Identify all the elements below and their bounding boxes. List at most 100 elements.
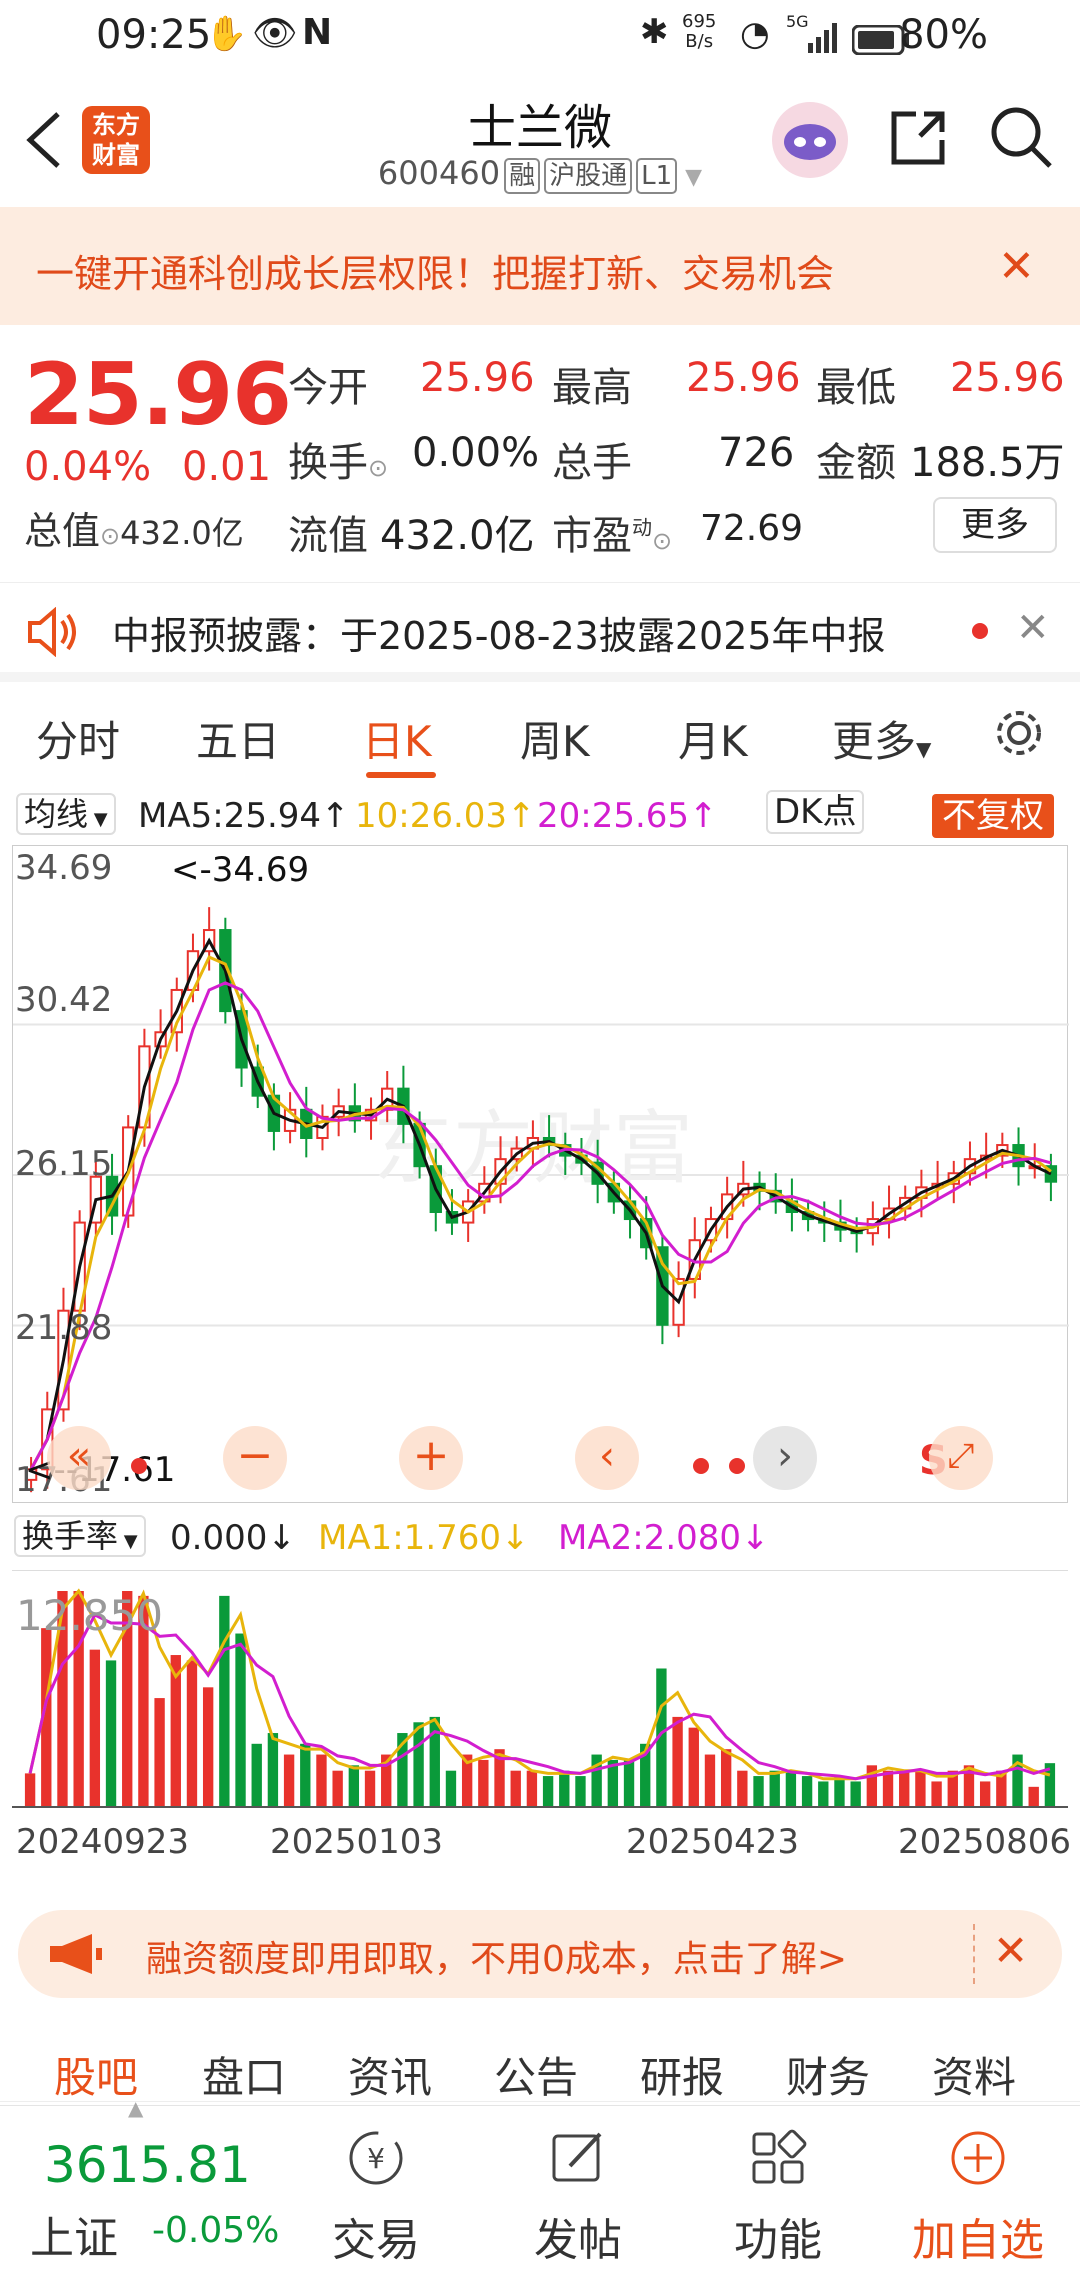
change-percent: 0.04% xyxy=(24,444,152,490)
caret-down-icon[interactable]: ▼ xyxy=(685,165,702,190)
turnover-bar xyxy=(316,1754,327,1807)
promo-banner[interactable]: 一键开通科创成长层权限！把握打新、交易机会 ✕ xyxy=(0,207,1080,325)
content-tabs: 股吧 盘口 资讯 公告 研报 财务 资料 xyxy=(0,2010,1080,2102)
scroll-left-button[interactable]: ‹ xyxy=(575,1426,639,1490)
tab-financials[interactable]: 财务 xyxy=(786,2044,870,2105)
rewind-button[interactable]: « xyxy=(47,1426,111,1490)
vol-dropdown[interactable]: 换手率 ▼ xyxy=(14,1515,146,1557)
tab-forum[interactable]: 股吧 xyxy=(54,2044,138,2105)
more-button[interactable]: 更多 xyxy=(933,497,1057,553)
tag-level: L1 xyxy=(636,158,678,194)
date-label: 20250806 xyxy=(898,1822,1072,1862)
pe-label: 市盈动⊙ xyxy=(552,513,673,559)
turnover-value: 0.00% xyxy=(412,430,540,476)
financing-promo[interactable]: 融资额度即用即取，不用0成本，点击了解> ✕ xyxy=(18,1910,1062,1998)
search-icon[interactable] xyxy=(988,104,1054,174)
turnover-bar xyxy=(235,1633,246,1807)
vol-indicator-selector[interactable]: 换手率 ▼ xyxy=(14,1515,146,1562)
index-ticker[interactable]: 3615.81 上证 -0.05% xyxy=(0,2106,290,2280)
grid-icon xyxy=(752,2129,807,2184)
ma-selector[interactable]: 均线 ▼ xyxy=(16,793,116,840)
tab-active-indicator xyxy=(366,772,436,778)
event-dot xyxy=(131,1458,147,1474)
share-icon[interactable] xyxy=(886,106,950,174)
notice-text: 中报预披露：于2025-08-23披露2025年中报 xyxy=(112,614,886,658)
low-value: 25.96 xyxy=(950,355,1065,401)
turnover-chart[interactable]: 12.850 xyxy=(12,1570,1068,1810)
turnover-bar xyxy=(801,1776,813,1807)
functions-label: 功能 xyxy=(734,2215,822,2266)
turnover-bar xyxy=(623,1759,635,1807)
tab-order-book[interactable]: 盘口 xyxy=(202,2044,286,2105)
y-tick-4: 21.88 xyxy=(15,1308,113,1348)
close-icon[interactable]: ✕ xyxy=(993,1926,1028,1975)
turnover-bar xyxy=(979,1781,991,1807)
assistant-avatar[interactable] xyxy=(772,102,848,178)
wifi-icon: ◔ xyxy=(740,14,770,54)
tab-monthly-k[interactable]: 月K xyxy=(678,708,748,769)
status-time: 09:25 xyxy=(96,12,212,58)
tab-daily-k[interactable]: 日K xyxy=(362,708,432,769)
y-tick-2: 30.42 xyxy=(15,980,113,1020)
tab-research[interactable]: 研报 xyxy=(640,2044,724,2105)
turnover-bar xyxy=(267,1733,279,1807)
settings-gear-icon[interactable] xyxy=(992,706,1046,764)
open-value: 25.96 xyxy=(420,355,535,401)
info-icon[interactable]: ⊙ xyxy=(652,527,672,555)
tab-weekly-k[interactable]: 周K xyxy=(520,708,590,769)
fullscreen-button[interactable]: ⤢ xyxy=(929,1426,993,1490)
close-icon[interactable]: ✕ xyxy=(998,241,1035,292)
dk-point-selector[interactable]: DK点 xyxy=(766,790,865,834)
turnover-bar xyxy=(899,1770,910,1807)
close-icon[interactable]: ✕ xyxy=(1016,605,1050,651)
change-amount: 0.01 xyxy=(182,444,272,490)
dk-point-label[interactable]: DK点 xyxy=(766,790,865,834)
open-label: 今开 xyxy=(288,365,368,411)
bluetooth-icon: ✱ xyxy=(640,12,669,52)
signal-icon xyxy=(808,18,838,62)
notice-bar[interactable]: 中报预披露：于2025-08-23披露2025年中报 ✕ xyxy=(0,582,1080,682)
vol-current: 0.000↓ xyxy=(170,1518,296,1558)
stock-code: 600460 xyxy=(377,154,501,192)
add-watchlist-button[interactable]: 加自选 xyxy=(908,2106,1048,2280)
turnover-bar xyxy=(300,1743,311,1807)
turnover-bar xyxy=(737,1770,748,1807)
tag-hk-connect: 沪股通 xyxy=(544,158,633,194)
market-cap-row: 总值⊙432.0亿 xyxy=(24,500,244,555)
zoom-out-button[interactable]: − xyxy=(223,1426,287,1490)
turnover-bar xyxy=(850,1781,861,1807)
trade-button[interactable]: ¥ 交易 xyxy=(306,2106,446,2280)
turnover-bar xyxy=(575,1776,586,1807)
tab-announcements[interactable]: 公告 xyxy=(494,2044,578,2105)
info-icon[interactable]: ⊙ xyxy=(368,454,388,482)
plus-circle-icon xyxy=(951,2131,1005,2185)
tab-intraday[interactable]: 分时 xyxy=(36,708,120,769)
functions-button[interactable]: 功能 xyxy=(708,2106,848,2280)
tab-news[interactable]: 资讯 xyxy=(348,2044,432,2105)
kline-chart[interactable]: 东方财富 34.69 30.42 26.15 21.88 17.61 <-34.… xyxy=(12,845,1069,1503)
zoom-in-button[interactable]: + xyxy=(399,1426,463,1490)
tab-five-day[interactable]: 五日 xyxy=(196,708,280,769)
y-tick-top: 34.69 xyxy=(15,848,113,888)
index-value: 3615.81 xyxy=(44,2136,251,2194)
mktcap-value: 432.0亿 xyxy=(120,514,244,552)
status-bar: 09:25 ✋ 👁 N ✱ 695 B/s ◔ 5G 80% xyxy=(0,0,1080,72)
turnover-bar xyxy=(413,1722,424,1807)
turnover-bar xyxy=(785,1770,797,1807)
turnover-bar xyxy=(915,1770,926,1807)
amount-label: 金额 xyxy=(816,440,896,486)
tab-profile[interactable]: 资料 xyxy=(932,2044,1016,2105)
tab-more[interactable]: 更多▼ xyxy=(832,708,931,769)
volume-value: 726 xyxy=(718,430,795,476)
turnover-bar xyxy=(753,1776,764,1807)
post-button[interactable]: 发帖 xyxy=(508,2106,648,2280)
adjust-toggle[interactable]: 不复权 xyxy=(932,794,1054,838)
speaker-icon xyxy=(26,606,80,661)
post-label: 发帖 xyxy=(534,2215,622,2266)
turnover-bar xyxy=(672,1716,683,1807)
turnover-bar xyxy=(559,1770,570,1807)
scroll-right-button[interactable]: › xyxy=(753,1426,817,1490)
info-icon[interactable]: ⊙ xyxy=(100,522,120,550)
nav-bar: 东方 财富 士兰微 600460 融沪股通 L1 ▼ xyxy=(0,72,1080,207)
ma-dropdown[interactable]: 均线 ▼ xyxy=(16,793,116,835)
